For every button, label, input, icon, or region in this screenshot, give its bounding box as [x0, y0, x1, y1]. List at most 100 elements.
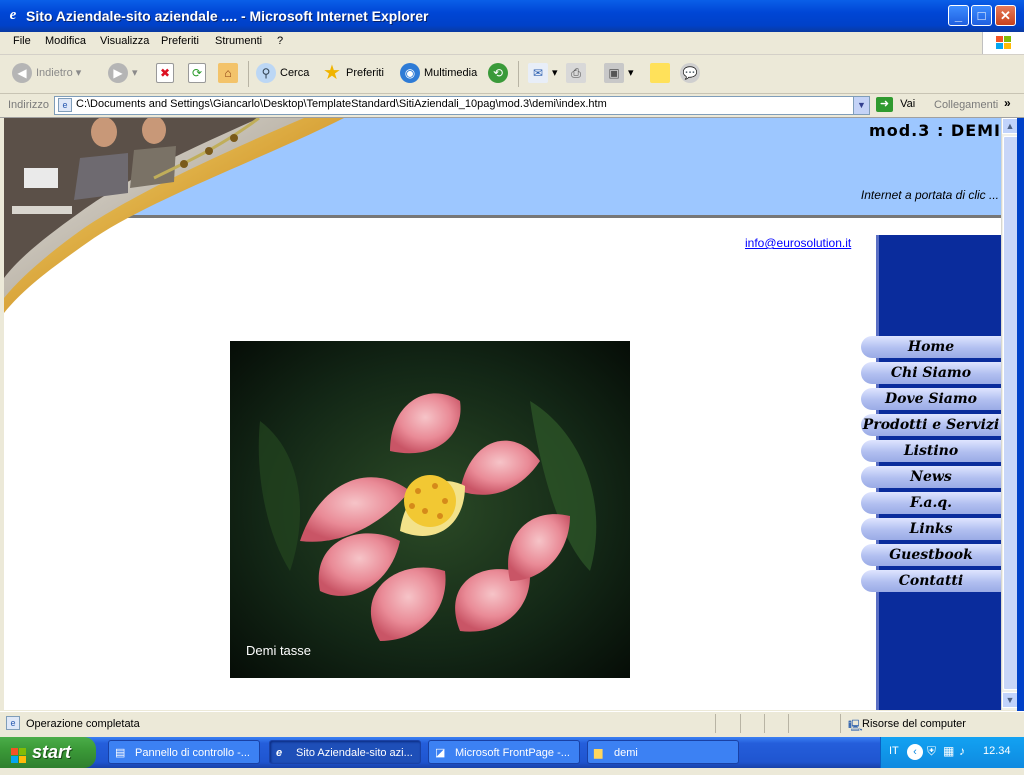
address-bar: Indirizzo e C:\Documents and Settings\Gi…: [0, 94, 1024, 118]
go-arrow-icon: ➜: [876, 97, 893, 112]
page-icon: e: [58, 98, 72, 112]
nav-news[interactable]: News: [861, 466, 1001, 488]
address-url: C:\Documents and Settings\Giancarlo\Desk…: [76, 98, 607, 110]
system-tray: IT ‹ ⛨ ▦ ♪ 12.34: [880, 737, 1024, 768]
flower-photo: Demi tasse: [230, 341, 630, 678]
toolbar-separator: [248, 61, 249, 87]
tray-expand-icon[interactable]: ‹: [907, 744, 923, 760]
go-button[interactable]: ➜ Vai: [876, 97, 915, 112]
email-link[interactable]: info@eurosolution.it: [745, 236, 851, 250]
ie-icon: e: [9, 7, 17, 23]
minimize-button[interactable]: _: [948, 5, 969, 26]
toolbar-separator: [518, 61, 519, 87]
site-tagline: Internet a portata di clic ...: [860, 188, 999, 202]
media-button[interactable]: ◉ Multimedia: [400, 63, 477, 85]
search-icon: ⚲: [256, 63, 276, 84]
nav-contatti[interactable]: Contatti: [861, 570, 1001, 592]
edit-icon: ▣: [604, 63, 624, 84]
status-zone: Risorse del computer: [862, 718, 966, 730]
mail-icon: ✉: [528, 63, 548, 84]
status-divider: [840, 714, 841, 733]
edit-button[interactable]: ▣ ▾: [604, 63, 634, 85]
language-indicator[interactable]: IT: [889, 745, 899, 757]
volume-icon[interactable]: ♪: [959, 744, 965, 758]
frontpage-icon: ◪: [435, 747, 446, 759]
home-button[interactable]: ⌂: [218, 63, 242, 85]
menu-help[interactable]: ?: [277, 35, 283, 47]
nav-dove-siamo[interactable]: Dove Siamo: [861, 388, 1001, 410]
nav-home[interactable]: Home: [861, 336, 1001, 358]
globe-icon: ◉: [400, 63, 420, 84]
photo-caption: Demi tasse: [246, 643, 312, 658]
window-title-bar[interactable]: e Sito Aziendale-sito aziendale .... - M…: [0, 0, 1024, 32]
site-title: mod.3 : DEMI: [869, 121, 1001, 140]
menu-modifica[interactable]: Modifica: [45, 35, 86, 47]
messenger-icon: 💬: [680, 63, 700, 84]
toolbar: ◀ Indietro ▾ ▶ ▾ ✖ ⟳ ⌂ ⚲ Cerca ★ Preferiti ◉…: [0, 55, 1024, 94]
mail-button[interactable]: ✉ ▾: [528, 63, 558, 85]
maximize-button[interactable]: □: [971, 5, 992, 26]
star-icon: ★: [323, 62, 341, 85]
windows-logo-icon: [982, 32, 1024, 54]
printer-icon: ⎙: [566, 63, 586, 84]
menu-strumenti[interactable]: Strumenti: [215, 35, 262, 47]
status-divider: [788, 714, 789, 733]
task-frontpage[interactable]: ◪ Microsoft FrontPage -...: [428, 740, 580, 764]
chevron-right-icon[interactable]: »: [1004, 96, 1011, 110]
status-divider: [764, 714, 765, 733]
search-button[interactable]: ⚲ Cerca: [256, 63, 309, 85]
history-icon: ⟲: [488, 63, 508, 84]
nav-guestbook[interactable]: Guestbook: [861, 544, 1001, 566]
history-button[interactable]: ⟲: [488, 63, 512, 85]
menu-preferiti[interactable]: Preferiti: [161, 35, 199, 47]
print-button[interactable]: ⎙: [566, 63, 590, 85]
address-label: Indirizzo: [8, 99, 49, 111]
security-shield-icon[interactable]: ⛨: [927, 744, 936, 759]
computer-icon: 🖳: [848, 720, 863, 732]
task-control-panel[interactable]: ▤ Pannello di controllo -...: [108, 740, 260, 764]
nav-listino[interactable]: Listino: [861, 440, 1001, 462]
status-bar: e Operazione completata 🖳 Risorse del co…: [0, 711, 1024, 736]
favorites-button[interactable]: ★ Preferiti: [322, 63, 384, 85]
web-page: mod.3 : DEMI Internet a portata di clic …: [0, 118, 1001, 710]
forward-arrow-icon: ▶: [108, 63, 128, 84]
scroll-up-icon[interactable]: ▲: [1002, 118, 1018, 134]
stop-button[interactable]: ✖: [156, 63, 178, 85]
forward-button[interactable]: ▶ ▾: [108, 63, 138, 85]
status-divider: [740, 714, 741, 733]
refresh-button[interactable]: ⟳: [188, 63, 210, 85]
task-internet-explorer[interactable]: e Sito Aziendale-sito azi...: [269, 740, 421, 764]
nav-faq[interactable]: F.a.q.: [861, 492, 1001, 514]
vertical-scrollbar[interactable]: ▲ ▼: [1001, 118, 1019, 710]
status-divider: [715, 714, 716, 733]
back-arrow-icon: ◀: [12, 63, 32, 84]
network-icon[interactable]: ▦: [943, 744, 954, 758]
menu-visualizza[interactable]: Visualizza: [100, 35, 149, 47]
links-button[interactable]: Collegamenti: [934, 99, 998, 111]
menu-file[interactable]: File: [13, 35, 31, 47]
nav-prodotti-servizi[interactable]: Prodotti e Servizi: [861, 414, 1001, 436]
clock[interactable]: 12.34: [983, 745, 1011, 757]
address-input[interactable]: e C:\Documents and Settings\Giancarlo\De…: [54, 96, 870, 115]
windows-flag-icon: [10, 744, 28, 764]
messenger-button[interactable]: 💬: [680, 63, 704, 85]
nav-links[interactable]: Links: [861, 518, 1001, 540]
home-icon: ⌂: [218, 63, 238, 84]
menu-bar: File Modifica Visualizza Preferiti Strum…: [0, 32, 1024, 55]
taskbar: start ▤ Pannello di controllo -... e Sito …: [0, 737, 1024, 768]
refresh-icon: ⟳: [188, 63, 206, 84]
notes-button[interactable]: [650, 63, 674, 85]
window-border: [1017, 118, 1024, 712]
note-icon: [650, 63, 670, 84]
folder-icon: ▆: [594, 747, 603, 759]
page-done-icon: e: [6, 716, 20, 730]
address-dropdown-icon[interactable]: ▼: [853, 97, 869, 114]
scroll-down-icon[interactable]: ▼: [1002, 692, 1018, 708]
start-button[interactable]: start: [0, 737, 96, 768]
task-demi-folder[interactable]: ▆ demi: [587, 740, 739, 764]
close-button[interactable]: ✕: [995, 5, 1016, 26]
ie-icon: e: [276, 747, 283, 759]
back-button[interactable]: ◀ Indietro ▾: [12, 63, 81, 85]
stop-icon: ✖: [156, 63, 174, 84]
nav-chi-siamo[interactable]: Chi Siamo: [861, 362, 1001, 384]
